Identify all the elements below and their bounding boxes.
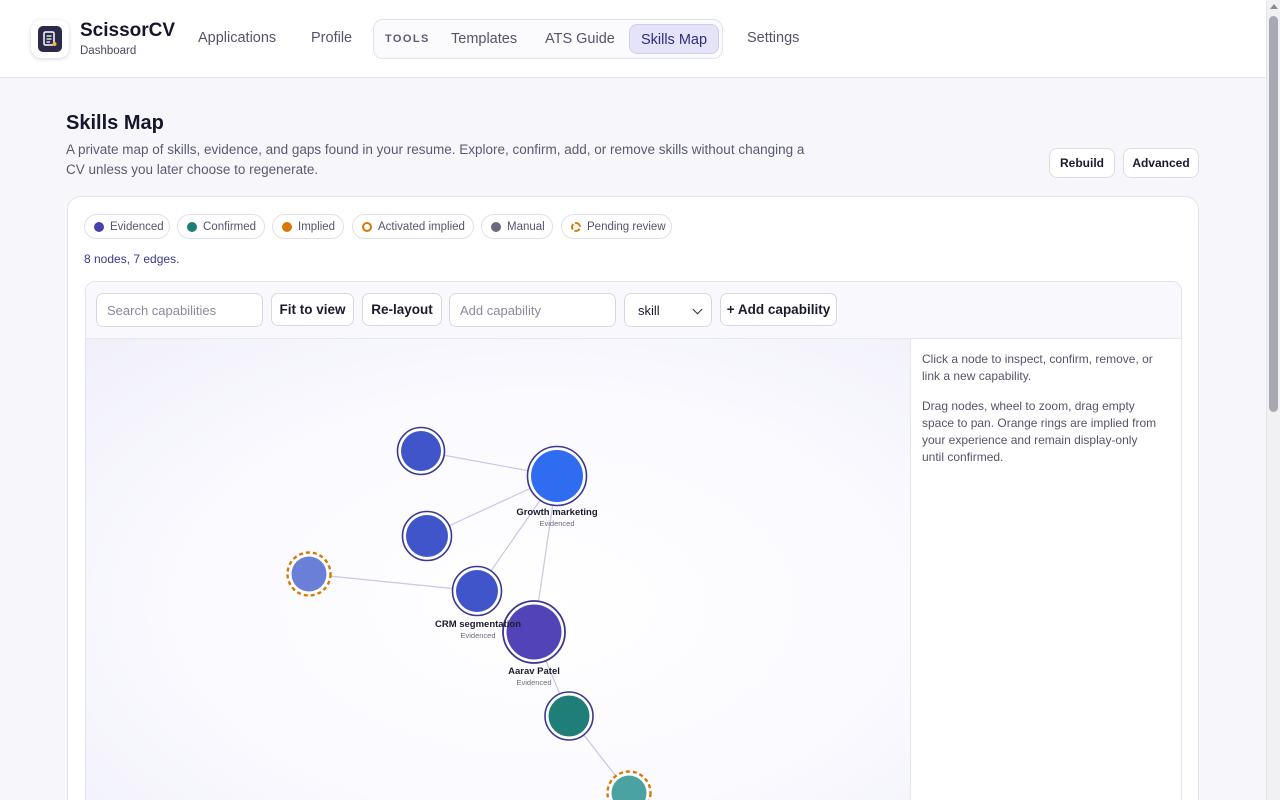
scroll-up-arrow-icon[interactable] xyxy=(1270,4,1278,9)
fit-to-view-button[interactable]: Fit to view xyxy=(271,293,354,326)
graph-node[interactable] xyxy=(401,510,453,562)
page-title: Skills Map xyxy=(66,112,164,134)
legend-label: Confirmed xyxy=(203,220,257,233)
scrollbar-thumb[interactable] xyxy=(1269,16,1278,412)
add-capability-button[interactable]: + Add capability xyxy=(720,293,837,326)
evidenced-dot-icon xyxy=(94,221,104,232)
legend-label: Evidenced xyxy=(110,220,164,233)
legend-confirmed: Confirmed xyxy=(177,214,265,239)
nav-applications[interactable]: Applications xyxy=(198,30,276,46)
nav-templates[interactable]: Templates xyxy=(451,31,517,47)
graph-workspace: Fit to view Re-layout skill + Add capabi… xyxy=(85,281,1182,800)
graph-node-confirmed[interactable] xyxy=(544,691,594,741)
graph-node[interactable] xyxy=(396,426,446,476)
legend-label: Implied xyxy=(298,220,336,233)
chevron-down-icon xyxy=(692,304,703,315)
graph-node-growth-marketing[interactable]: Growth marketing Evidenced xyxy=(516,445,598,529)
node-status: Evidenced xyxy=(539,519,574,528)
nav-profile[interactable]: Profile xyxy=(311,30,352,46)
graph-node-pending[interactable] xyxy=(286,551,332,597)
confirmed-dot-icon xyxy=(187,221,197,232)
legend-label: Activated implied xyxy=(378,220,465,233)
inspector-hint: Click a node to inspect, confirm, remove… xyxy=(922,352,1153,383)
advanced-button[interactable]: Advanced xyxy=(1123,148,1199,178)
implied-dot-icon xyxy=(282,221,292,232)
search-capabilities-input[interactable] xyxy=(96,293,263,327)
legend-activated-implied: Activated implied xyxy=(352,214,474,239)
legend-label: Pending review xyxy=(587,220,666,233)
node-inspector-panel: Click a node to inspect, confirm, remove… xyxy=(922,351,1162,479)
graph-node-aarav-patel[interactable] xyxy=(502,600,566,664)
legend-label: Manual xyxy=(507,220,545,233)
graph-node-pending[interactable] xyxy=(606,770,652,800)
app-logo[interactable] xyxy=(31,20,69,58)
relayout-button[interactable]: Re-layout xyxy=(362,293,442,326)
capability-type-value: skill xyxy=(638,303,660,318)
page-scrollbar[interactable] xyxy=(1266,0,1280,800)
page-description: A private map of skills, evidence, and g… xyxy=(66,142,805,177)
add-capability-input[interactable] xyxy=(449,293,616,327)
nav-settings[interactable]: Settings xyxy=(747,30,799,46)
rebuild-button[interactable]: Rebuild xyxy=(1049,148,1115,178)
nav-skills-map-label: Skills Map xyxy=(640,32,708,48)
graph-toolbar: Fit to view Re-layout skill + Add capabi… xyxy=(86,282,1181,339)
activated-implied-ring-icon xyxy=(362,221,372,232)
graph-stats: 8 nodes, 7 edges. xyxy=(84,252,180,266)
app-subtitle: Dashboard xyxy=(80,45,137,57)
node-status: Evidenced xyxy=(516,678,551,687)
nav-ats-guide[interactable]: ATS Guide xyxy=(545,31,615,47)
legend-pending-review: Pending review xyxy=(561,214,672,239)
tools-group-label: TOOLS xyxy=(385,33,430,45)
legend-implied: Implied xyxy=(272,214,344,239)
node-status: Evidenced xyxy=(460,631,495,640)
inspector-help: Drag nodes, wheel to zoom, drag empty sp… xyxy=(922,399,1157,464)
node-label: Aarav Patel xyxy=(508,666,560,677)
skills-map-card: Evidenced Confirmed Implied Activated im… xyxy=(67,196,1199,800)
skills-graph-svg: Growth marketing Evidenced CRM segmentat… xyxy=(286,426,652,800)
graph-node-crm-segmentation[interactable] xyxy=(451,565,503,617)
node-label: Growth marketing xyxy=(516,507,597,518)
skills-graph-canvas[interactable]: Growth marketing Evidenced CRM segmentat… xyxy=(86,339,911,800)
legend-manual: Manual xyxy=(481,214,553,239)
top-navigation: ScissorCV Dashboard Applications Profile… xyxy=(0,0,1266,78)
manual-dot-icon xyxy=(491,221,501,232)
graph-edge xyxy=(308,573,478,592)
node-label: CRM segmentation xyxy=(435,619,521,630)
capability-type-select[interactable]: skill xyxy=(624,293,712,327)
tools-nav-group: TOOLS Templates ATS Guide Skills Map xyxy=(373,19,723,59)
legend-evidenced: Evidenced xyxy=(84,214,170,239)
nav-skills-map[interactable]: Skills Map xyxy=(629,24,719,54)
pending-review-ring-icon xyxy=(571,221,581,232)
app-name: ScissorCV xyxy=(80,20,176,41)
document-icon xyxy=(38,26,62,52)
